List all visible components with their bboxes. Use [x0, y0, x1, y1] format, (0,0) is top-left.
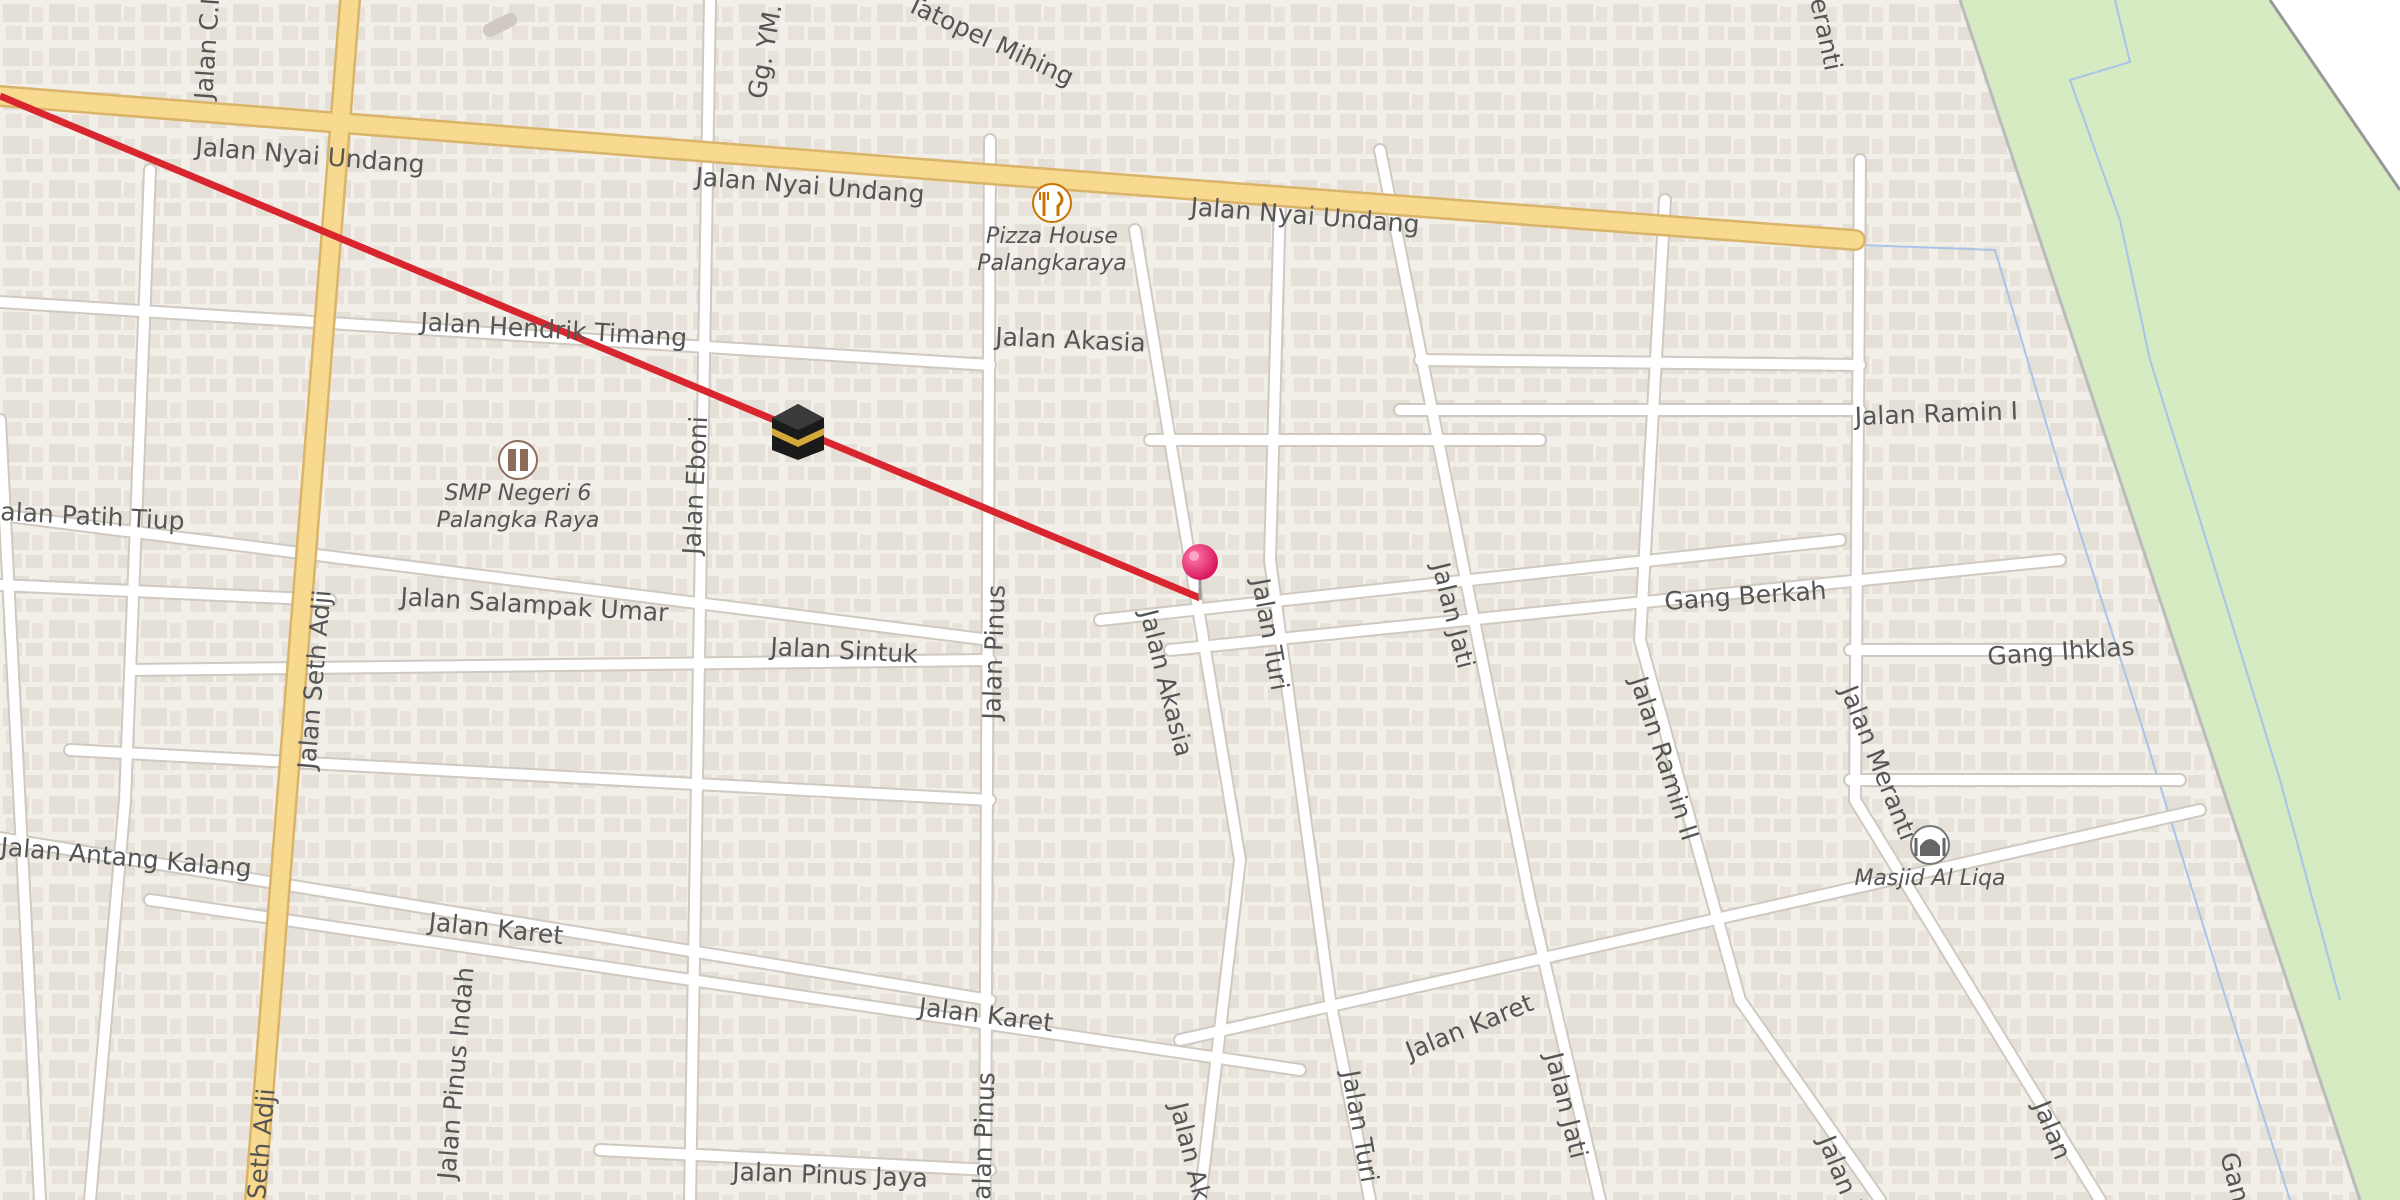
poi-label-pizza-house-city: Palangkaraya [977, 251, 1127, 276]
mosque-icon [1910, 825, 1950, 865]
street-label-ramin-i: Jalan Ramin I [1852, 396, 2018, 431]
map-view[interactable]: Jalan Nyai Undang Jalan Nyai Undang Jala… [0, 0, 2400, 1200]
street-label-pinus: alan Pinus [967, 1072, 1000, 1200]
poi-label-school-city: Palangka Raya [437, 508, 600, 533]
poi-label-school: SMP Negeri 6 [445, 481, 592, 506]
poi-label-pizza-house: Pizza House [986, 224, 1118, 249]
school-icon [498, 440, 538, 480]
restaurant-icon [1032, 183, 1072, 223]
poi-label-mosque: Masjid Al Liqa [1854, 866, 2005, 891]
street-label-pinus: Jalan Pinus [977, 584, 1011, 722]
